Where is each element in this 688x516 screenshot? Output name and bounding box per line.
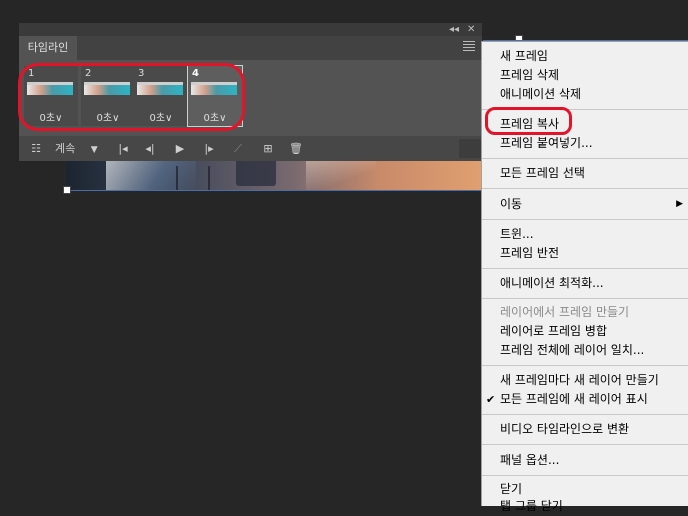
menu-item-delete-animation[interactable]: 애니메이션 삭제 [482, 85, 688, 104]
menu-item-match-layer-across-frames[interactable]: 프레임 전체에 레이어 일치... [482, 341, 688, 360]
close-icon[interactable]: ✕ [467, 23, 475, 36]
convert-timeline-icon[interactable]: ☷ [27, 136, 45, 161]
menu-item-reverse-frames[interactable]: 프레임 반전 [482, 244, 688, 263]
menu-item-flatten-frames-into-layers[interactable]: 레이어로 프레임 병합 [482, 322, 688, 341]
menu-separator [482, 444, 688, 445]
menu-separator [482, 268, 688, 269]
menu-item-make-frames-from-layers: 레이어에서 프레임 만들기 [500, 305, 630, 319]
menu-separator [482, 475, 688, 476]
transform-handle-bottom-left[interactable] [63, 186, 71, 194]
tab-timeline[interactable]: 타임라인 [19, 36, 77, 60]
tween-icon[interactable]: ⟋ [229, 136, 247, 161]
menu-item-select-all-frames[interactable]: 모든 프레임 선택 [482, 164, 688, 183]
canvas-bounding-line [66, 190, 483, 191]
menu-item-optimize-animation[interactable]: 애니메이션 최적화... [482, 274, 688, 293]
annotation-frames-highlight [18, 63, 245, 131]
menu-separator [482, 414, 688, 415]
menu-item-paste-frame[interactable]: 프레임 붙여넣기... [482, 134, 688, 153]
menu-item-tween[interactable]: 트윈... [482, 225, 688, 244]
menu-separator [482, 365, 688, 366]
first-frame-icon[interactable]: |◂ [114, 136, 132, 161]
panel-tab-row: 타임라인 [19, 36, 482, 60]
next-frame-icon[interactable]: |▸ [200, 136, 218, 161]
menu-separator [482, 298, 688, 299]
menu-item-move[interactable]: 이동 ▶ [482, 195, 688, 214]
panel-titlebar[interactable]: ◂◂ ✕ [19, 23, 482, 36]
play-icon[interactable]: ▶ [171, 136, 189, 161]
submenu-arrow-icon: ▶ [676, 199, 683, 209]
menu-item-close-tab-group[interactable]: 탭 그룹 닫기 [482, 497, 688, 516]
loop-select[interactable]: 계속 ▼ [55, 136, 115, 161]
panel-resize-area [459, 139, 481, 158]
previous-frame-icon[interactable]: ◂| [141, 136, 159, 161]
menu-item-panel-options[interactable]: 패널 옵션... [482, 451, 688, 470]
collapse-icon[interactable]: ◂◂ [449, 23, 459, 36]
menu-item-create-new-layer-each-frame[interactable]: 새 프레임마다 새 레이어 만들기 [482, 371, 688, 390]
panel-menu-icon[interactable] [463, 41, 475, 53]
delete-frame-icon[interactable]: 🗑 [287, 136, 305, 161]
menu-separator [482, 188, 688, 189]
loop-label: 계속 [55, 142, 76, 155]
menu-item-new-frame[interactable]: 새 프레임 [482, 47, 688, 66]
menu-separator [482, 219, 688, 220]
new-frame-icon[interactable]: ⊞ [259, 136, 277, 161]
annotation-copy-frame-highlight [485, 107, 572, 135]
menu-item-new-layers-visible-all-frames[interactable]: ✔ 모든 프레임에 새 레이어 표시 [482, 390, 688, 409]
menu-item-delete-frame[interactable]: 프레임 삭제 [482, 66, 688, 85]
timeline-controls: ☷ 계속 ▼ |◂ ◂| ▶ |▸ ⟋ ⊞ 🗑 [19, 136, 482, 161]
checkmark-icon: ✔ [486, 393, 496, 406]
menu-separator [482, 158, 688, 159]
menu-item-convert-to-video-timeline[interactable]: 비디오 타임라인으로 변환 [482, 420, 688, 439]
caret-down-icon: ▼ [90, 145, 98, 155]
